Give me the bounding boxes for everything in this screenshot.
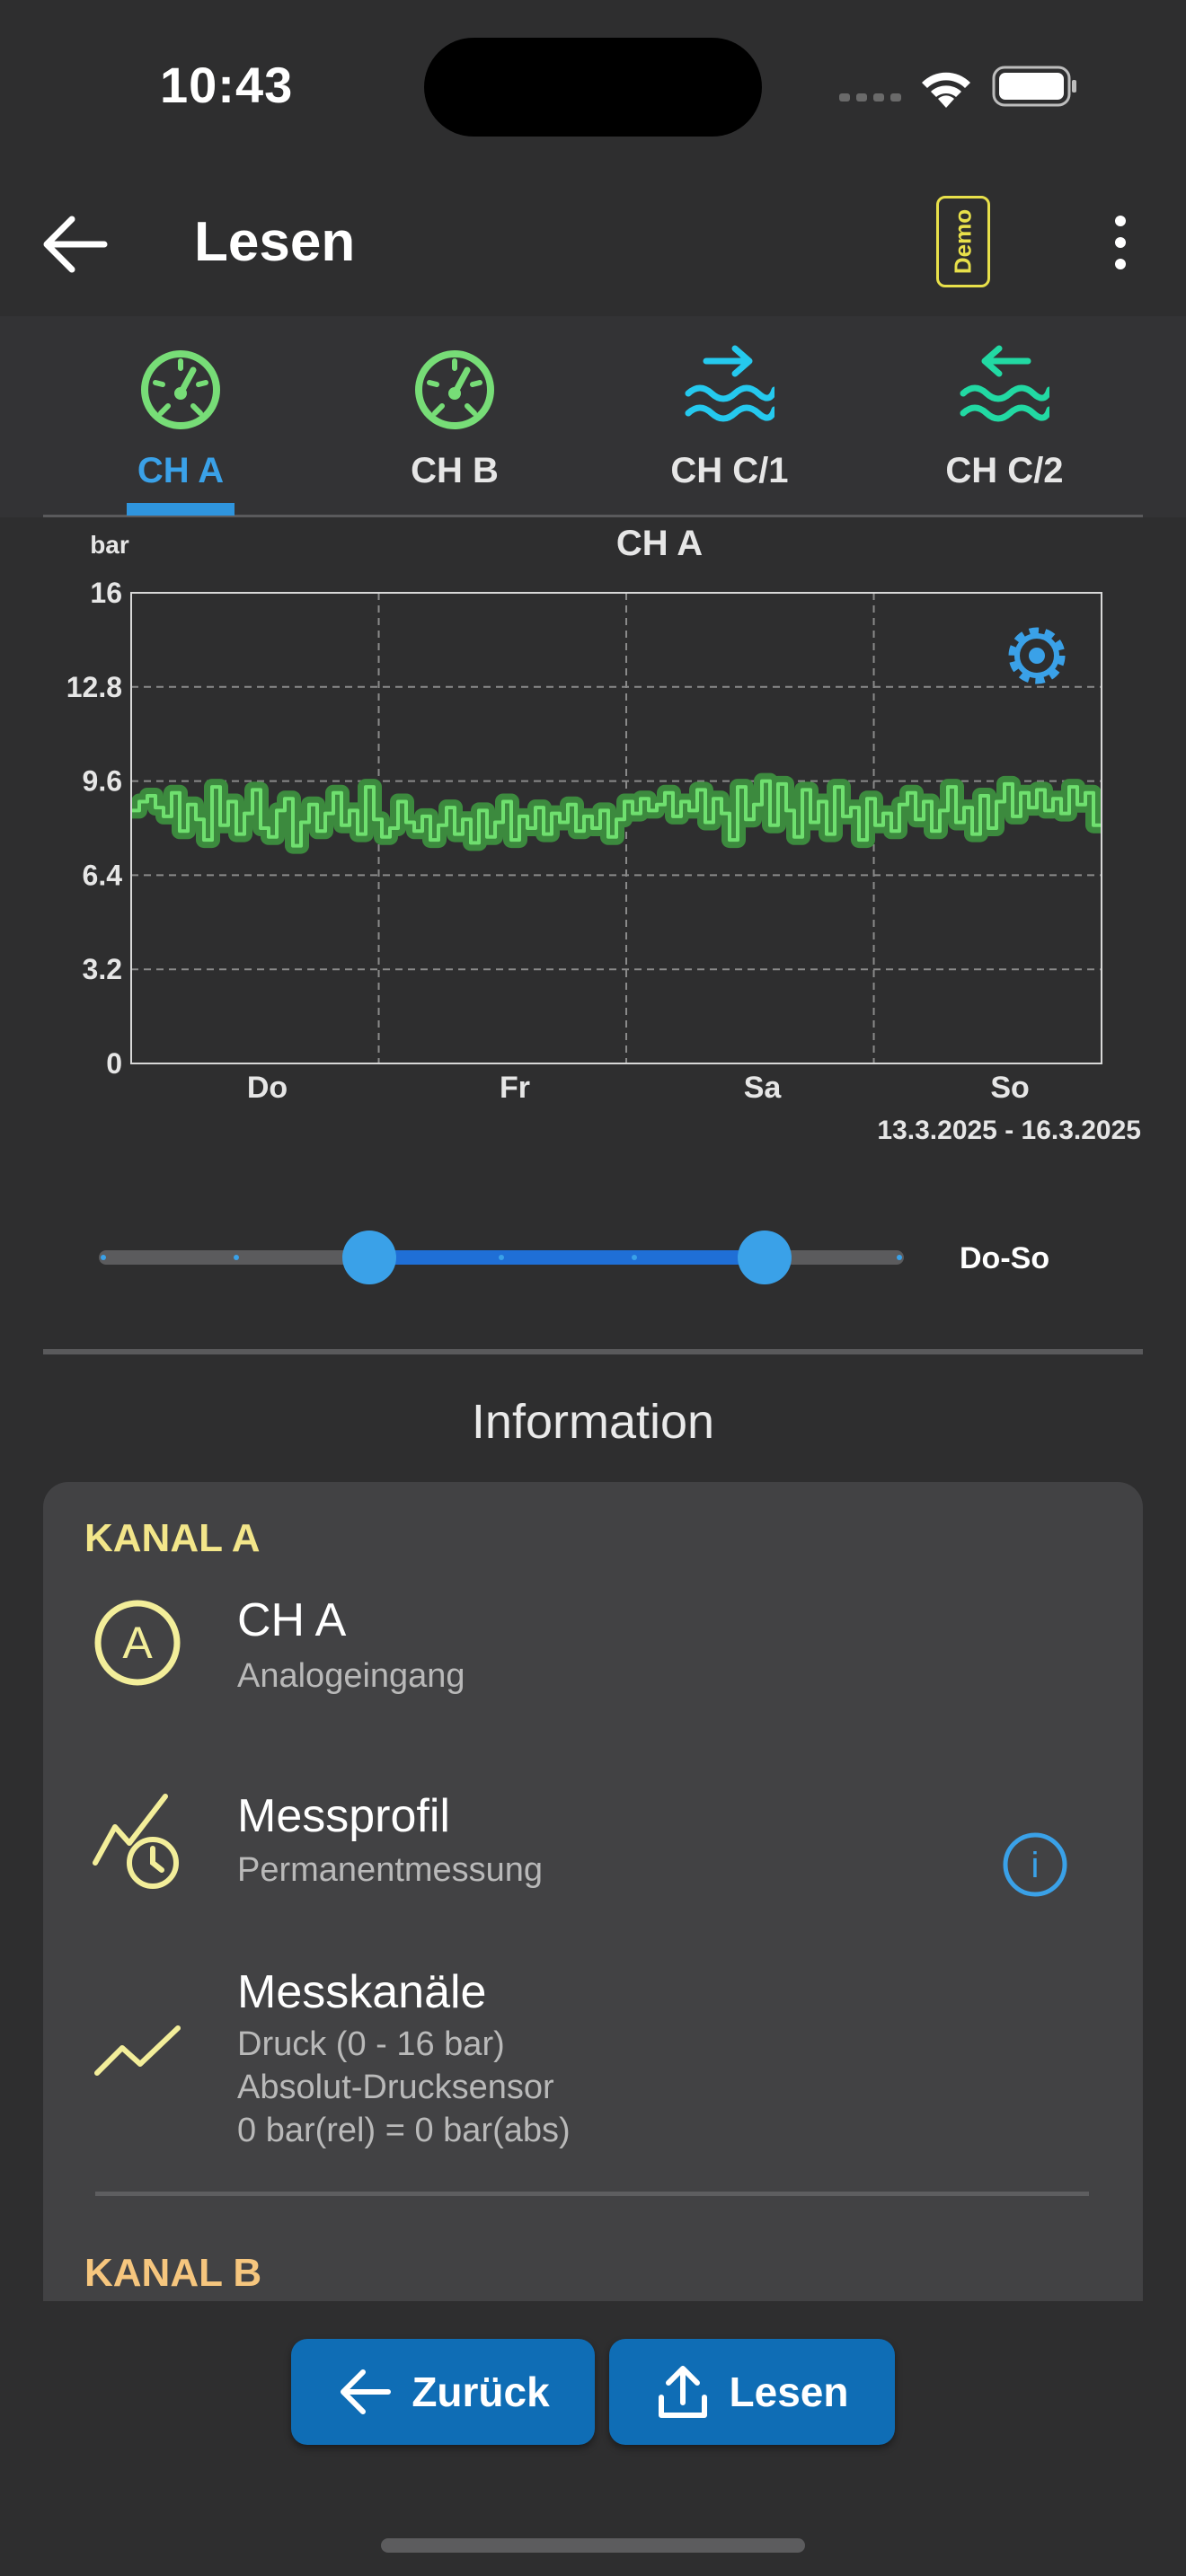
x-tick-labels: Do Fr Sa So [247,1071,1030,1105]
profile-title: Messprofil [237,1790,450,1842]
chart-title: CH A [616,524,703,563]
kanal-a-header: KANAL A [84,1516,261,1560]
read-button[interactable]: Lesen [609,2339,895,2445]
y-tick-labels: 0 3.2 6.4 9.6 12.8 16 [66,577,122,1080]
tab-ch-b[interactable]: CH B [347,334,562,514]
home-indicator [381,2538,805,2553]
status-time: 10:43 [160,57,294,113]
bottom-action-bar [0,2301,1186,2576]
slider-step-dot [897,1255,902,1260]
slider-step-dot [632,1255,637,1260]
dynamic-island [424,38,762,137]
y-tick-label: 6.4 [83,859,123,891]
more-menu-icon[interactable] [1107,214,1134,271]
back-button-label: Zurück [412,2369,550,2415]
chart-settings-icon[interactable] [1008,627,1066,684]
y-tick-label: 3.2 [83,953,122,985]
channels-title: Messkanäle [237,1966,487,2018]
date-range: 13.3.2025 - 16.3.2025 [877,1116,1141,1145]
page-title: Lesen [194,211,356,273]
x-tick-label: Sa [744,1071,783,1105]
channels-line-1: Druck (0 - 16 bar) [237,2025,505,2063]
demo-badge: Demo [936,196,990,287]
back-button[interactable]: Zurück [291,2339,595,2445]
slider-step-dot [234,1255,239,1260]
svg-text:i: i [1031,1846,1040,1885]
tab-label: CH C/2 [945,451,1064,490]
gauge-icon [415,350,494,429]
demo-badge-label: Demo [949,208,977,275]
y-tick-label: 0 [106,1047,122,1080]
back-arrow-icon[interactable] [40,208,111,280]
profile-value: Permanentmessung [237,1851,544,1889]
info-icon[interactable]: i [1001,1831,1069,1899]
x-tick-label: Fr [500,1071,530,1105]
upload-icon [658,2366,707,2418]
water-in-icon [685,345,774,422]
range-slider-fill [369,1250,766,1265]
channel-info-card: KANAL A A CH A Analogeingang Messprofil … [43,1482,1143,2301]
information-heading: Information [471,1395,715,1449]
kanal-b-header: KANAL B [84,2251,262,2295]
tab-ch-a[interactable]: CH A [73,334,288,514]
water-out-icon [960,345,1049,422]
tab-ch-c2[interactable]: CH C/2 [897,334,1112,514]
tab-label: CH C/1 [670,451,789,490]
svg-text:A: A [122,1618,153,1668]
section-divider [43,1349,1143,1354]
slider-step-dot [101,1255,106,1260]
y-tick-label: 9.6 [83,765,122,798]
battery-icon [992,66,1076,107]
arrow-left-icon [341,2369,392,2414]
y-axis-label: bar [90,531,129,559]
measurement-channels-icon [94,2025,181,2076]
y-tick-label: 16 [90,577,122,609]
pressure-chart[interactable]: bar CH A 0 3.2 6.4 9.6 12.8 16 Do Fr Sa So 13.3.… [0,517,1186,1146]
channel-name: CH A [237,1594,347,1646]
channels-line-3: 0 bar(rel) = 0 bar(abs) [237,2112,571,2149]
x-tick-label: Do [247,1071,288,1105]
read-button-label: Lesen [729,2369,849,2415]
y-tick-label: 12.8 [66,671,122,703]
gauge-icon [141,350,220,429]
range-slider-start-handle[interactable] [342,1231,397,1284]
range-slider-end-handle[interactable] [738,1231,792,1284]
active-tab-indicator [127,503,235,516]
wifi-icon [922,72,970,108]
x-tick-label: So [990,1071,1029,1105]
channel-a-icon: A [94,1600,181,1686]
tab-label: CH A [137,451,225,490]
tab-label: CH B [411,451,499,490]
slider-range-label: Do-So [960,1241,1050,1275]
tab-ch-c1[interactable]: CH C/1 [622,334,837,514]
channel-type: Analogeingang [237,1657,465,1695]
measurement-profile-icon [93,1794,179,1889]
card-divider [95,2192,1089,2196]
channels-line-2: Absolut-Drucksensor [237,2069,554,2106]
cellular-signal-icon [839,93,901,101]
slider-step-dot [499,1255,504,1260]
